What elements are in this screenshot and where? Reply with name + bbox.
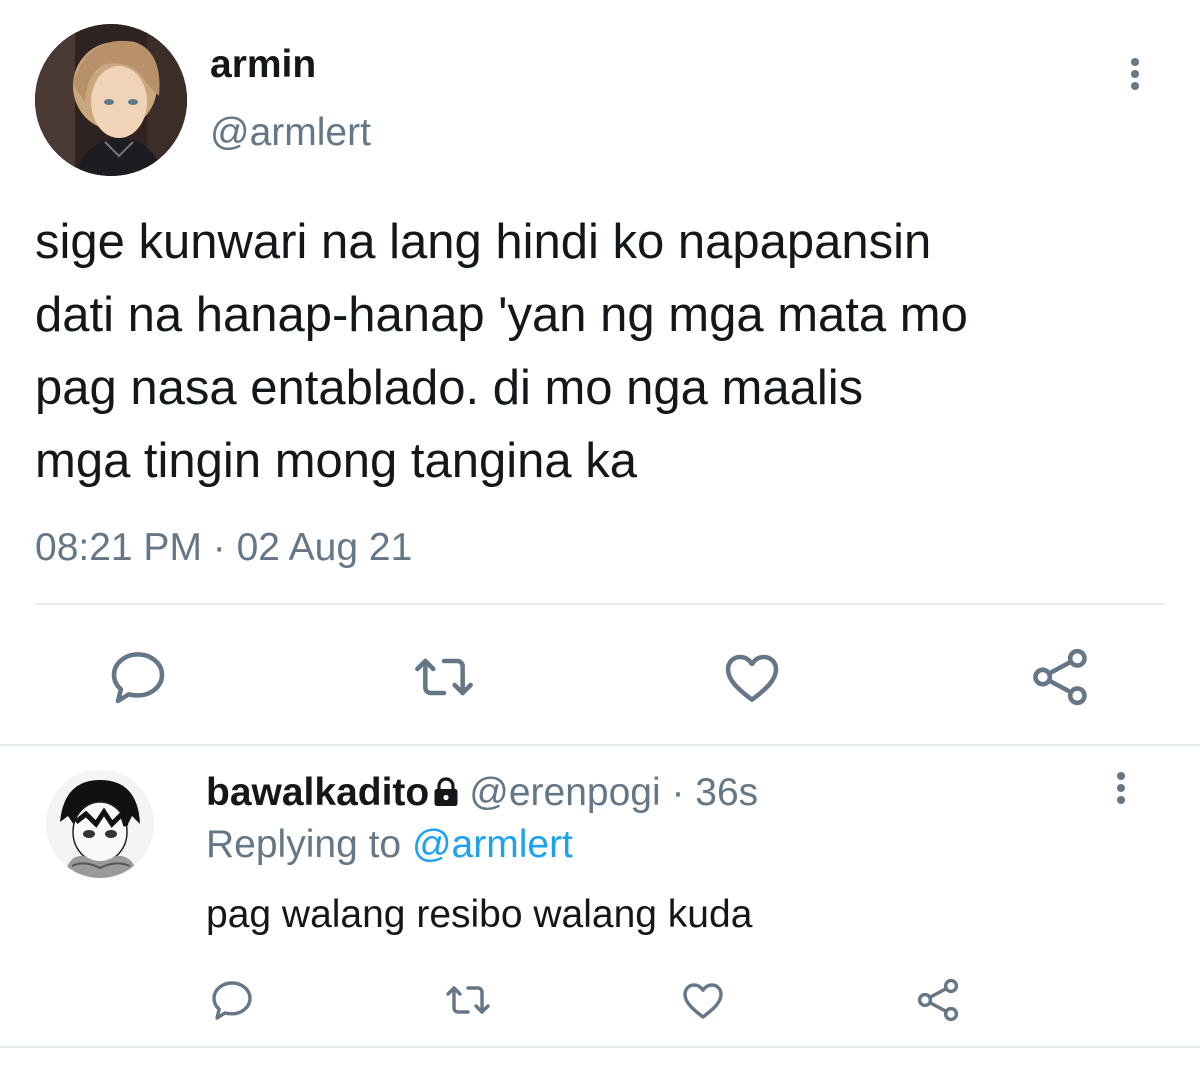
reply-header: bawalkadito @erenpogi · 36s — [206, 770, 758, 816]
divider — [0, 744, 1200, 746]
tweet-text-line: pag nasa entablado. di mo nga maalis — [35, 361, 864, 415]
reply-separator: · — [660, 771, 696, 814]
divider — [35, 603, 1165, 605]
tweet-text-line: dati na hanap-hanap 'yan ng mga mata mo — [35, 288, 968, 342]
reply-avatar-image — [46, 770, 154, 878]
more-options-icon[interactable] — [1120, 52, 1150, 96]
reply-display-name[interactable]: bawalkadito — [206, 771, 429, 814]
retweet-icon[interactable] — [412, 645, 476, 709]
reply-text: pag walang resibo walang kuda — [206, 893, 753, 936]
lock-icon — [433, 772, 459, 806]
user-handle[interactable]: @armlert — [210, 110, 371, 156]
replying-to-link[interactable]: @armlert — [412, 823, 573, 866]
share-icon[interactable] — [914, 976, 962, 1024]
reply-time[interactable]: 36s — [695, 771, 758, 814]
share-icon[interactable] — [1028, 645, 1092, 709]
retweet-icon[interactable] — [444, 976, 492, 1024]
avatar-image — [35, 24, 187, 176]
replying-to: Replying to @armlert — [206, 822, 573, 868]
timestamp-separator: · — [201, 526, 237, 569]
like-icon[interactable] — [720, 645, 784, 709]
tweet-time: 08:21 PM — [35, 526, 202, 569]
tweet-timestamp[interactable]: 08:21 PM · 02 Aug 21 — [35, 525, 412, 571]
divider — [0, 1046, 1200, 1048]
reply-handle[interactable]: @erenpogi — [469, 771, 660, 814]
reply-icon[interactable] — [208, 976, 256, 1024]
tweet-text-line: mga tingin mong tangina ka — [35, 434, 637, 488]
replying-to-label: Replying to — [206, 823, 412, 866]
tweet-date: 02 Aug 21 — [236, 526, 413, 569]
display-name[interactable]: armin — [210, 42, 316, 88]
reply-avatar[interactable] — [46, 770, 154, 878]
reply-icon[interactable] — [106, 645, 170, 709]
like-icon[interactable] — [679, 976, 727, 1024]
tweet-text-line: sige kunwari na lang hindi ko napapansin — [35, 215, 932, 269]
reply-more-options-icon[interactable] — [1106, 766, 1136, 810]
avatar[interactable] — [35, 24, 187, 176]
tweet-text: sige kunwari na lang hindi ko napapansin… — [35, 206, 1175, 498]
